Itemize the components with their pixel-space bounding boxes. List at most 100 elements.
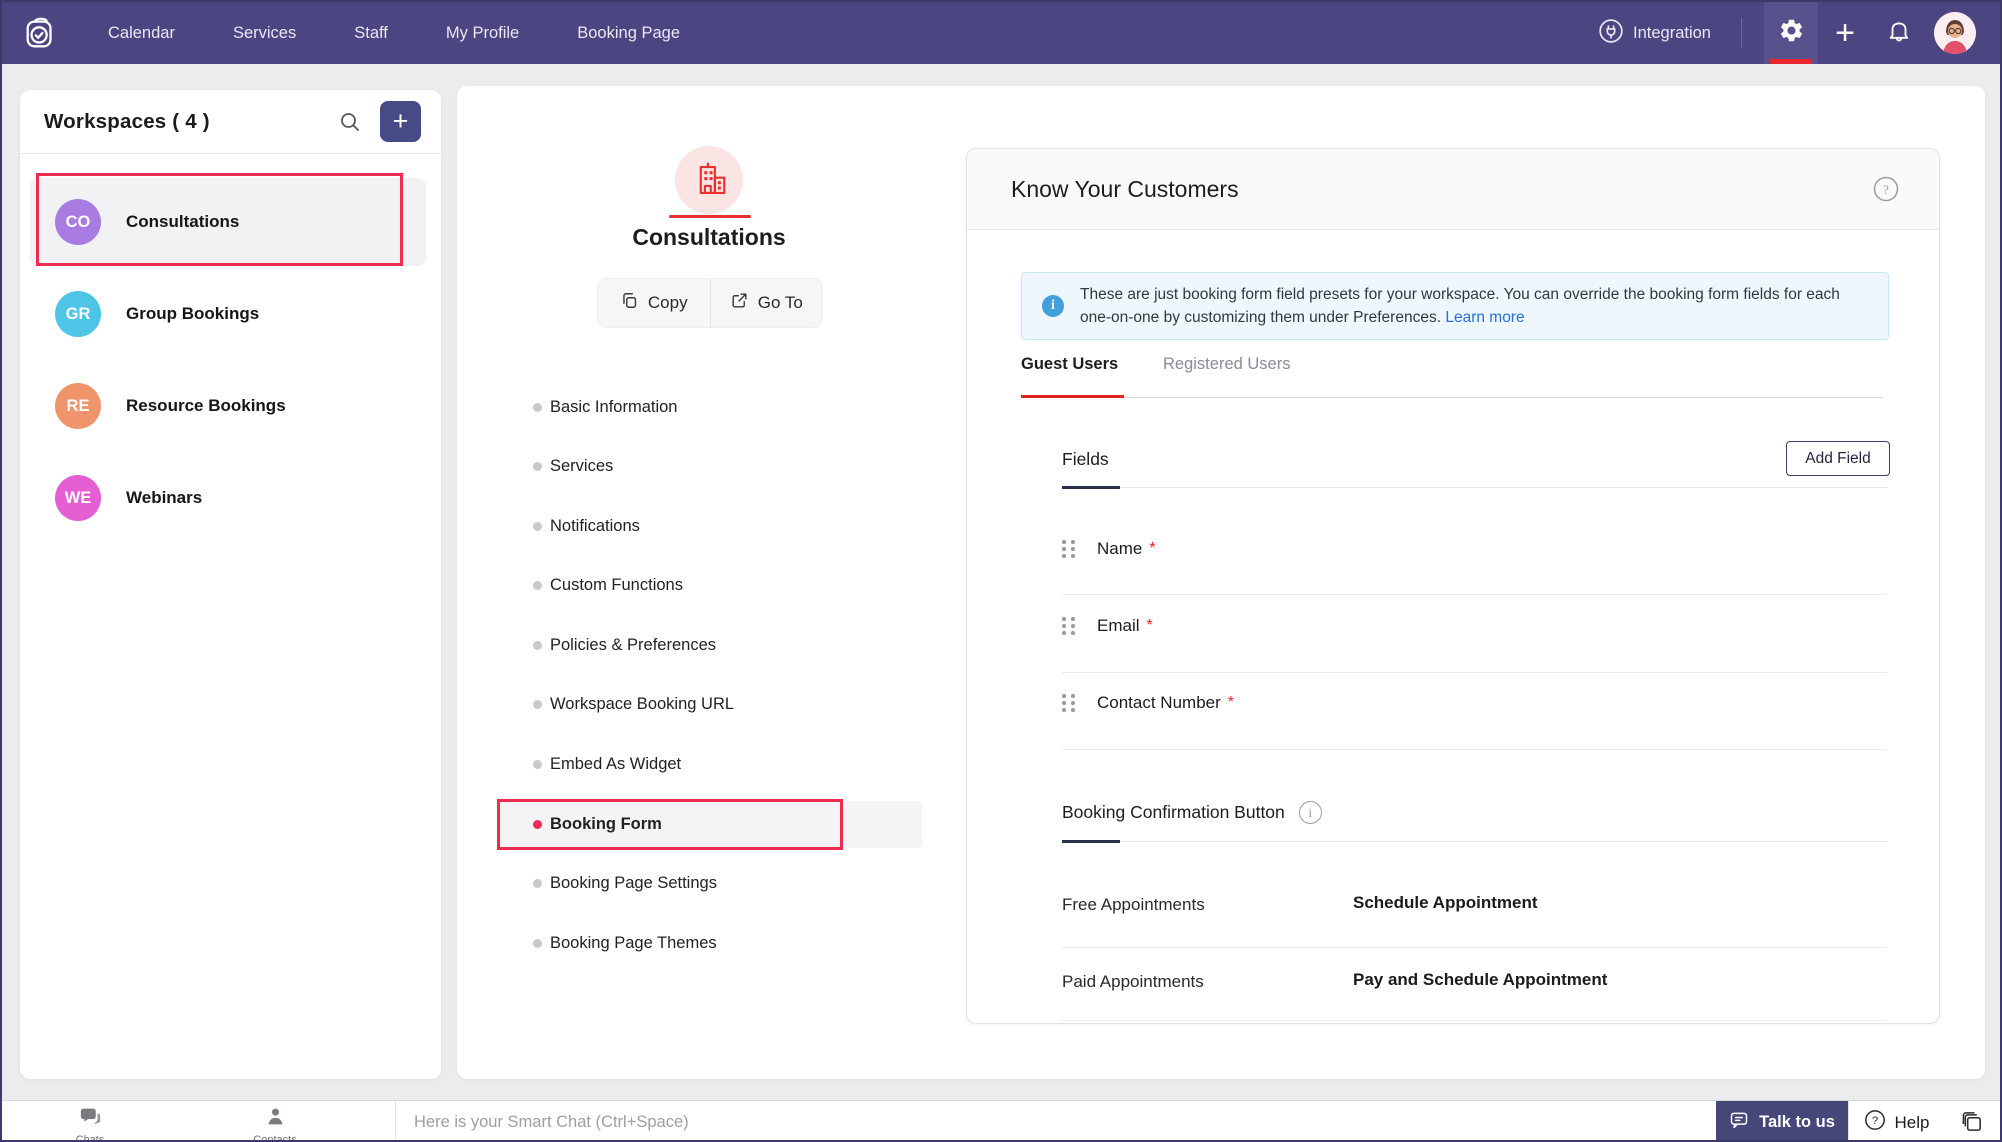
add-button[interactable]: +	[1818, 2, 1872, 64]
bullet-icon	[533, 879, 542, 888]
nav-item-services[interactable]: Services	[233, 24, 296, 43]
navbar-right: Integration +	[1598, 2, 2000, 64]
contacts-button[interactable]: Contacts	[215, 1101, 335, 1142]
paid-appointments-value: Pay and Schedule Appointment	[1353, 970, 1607, 990]
active-tab-underline	[1021, 395, 1124, 398]
help-button[interactable]: ? Help	[1848, 1101, 1944, 1142]
tab-guest-users[interactable]: Guest Users	[1021, 355, 1118, 374]
nav-item-my-profile[interactable]: My Profile	[446, 24, 519, 43]
confirmation-heading-row: Booking Confirmation Button i	[1062, 801, 1322, 824]
info-banner: i These are just booking form field pres…	[1021, 272, 1889, 340]
nav-item-calendar[interactable]: Calendar	[108, 24, 175, 43]
workspace-building-icon	[675, 146, 743, 214]
workspace-item-group-bookings[interactable]: GR Group Bookings	[20, 268, 441, 360]
menu-item-custom-functions[interactable]: Custom Functions	[457, 563, 683, 607]
settings-button[interactable]	[1764, 2, 1818, 64]
stacked-windows-icon[interactable]	[1944, 1101, 2000, 1142]
person-icon	[265, 1106, 286, 1132]
add-workspace-button[interactable]: +	[380, 101, 421, 142]
required-asterisk: *	[1147, 617, 1153, 635]
integration-plug-icon	[1598, 18, 1624, 49]
field-row-contact-number: Contact Number *	[1062, 693, 1234, 713]
workspace-item-resource-bookings[interactable]: RE Resource Bookings	[20, 360, 441, 452]
menu-item-workspace-booking-url[interactable]: Workspace Booking URL	[457, 682, 734, 726]
menu-label: Custom Functions	[550, 576, 683, 595]
copy-label: Copy	[648, 293, 688, 313]
chats-button[interactable]: Chats	[30, 1101, 150, 1142]
talk-to-us-label: Talk to us	[1759, 1113, 1835, 1132]
workspace-actions: Copy Go To	[597, 278, 823, 328]
chat-bubbles-icon	[80, 1106, 101, 1132]
tab-registered-users[interactable]: Registered Users	[1163, 355, 1290, 374]
menu-label: Booking Page Settings	[550, 874, 717, 893]
required-asterisk: *	[1228, 694, 1234, 712]
info-circle-icon[interactable]: i	[1299, 801, 1322, 824]
copy-button[interactable]: Copy	[598, 279, 710, 327]
go-to-button[interactable]: Go To	[710, 279, 823, 327]
menu-label: Basic Information	[550, 398, 677, 417]
user-avatar[interactable]	[1934, 12, 1976, 54]
svg-text:?: ?	[1883, 182, 1889, 197]
workspace-item-consultations[interactable]: CO Consultations	[20, 176, 441, 268]
learn-more-link[interactable]: Learn more	[1445, 309, 1524, 326]
menu-label: Embed As Widget	[550, 755, 681, 774]
workspace-avatar: CO	[55, 199, 101, 245]
menu-label: Notifications	[550, 517, 640, 536]
menu-item-booking-page-themes[interactable]: Booking Page Themes	[457, 921, 717, 965]
drag-handle-icon[interactable]	[1062, 540, 1075, 558]
paid-appointments-label: Paid Appointments	[1062, 972, 1204, 992]
workspace-avatar: RE	[55, 383, 101, 429]
help-circle-icon[interactable]: ?	[1873, 176, 1899, 202]
drag-handle-icon[interactable]	[1062, 617, 1075, 635]
row-divider	[1062, 749, 1887, 750]
menu-item-policies-preferences[interactable]: Policies & Preferences	[457, 623, 716, 667]
gear-icon	[1778, 17, 1805, 49]
menu-item-booking-page-settings[interactable]: Booking Page Settings	[457, 861, 717, 905]
menu-item-booking-form[interactable]: Booking Form	[457, 802, 662, 846]
kyc-header: Know Your Customers ?	[967, 149, 1939, 230]
workspace-label: Webinars	[126, 488, 202, 508]
chats-label: Chats	[76, 1134, 105, 1142]
workspaces-title: Workspaces ( 4 )	[44, 110, 210, 134]
notifications-button[interactable]	[1872, 2, 1926, 64]
navbar-divider	[1741, 18, 1742, 48]
field-row-email: Email *	[1062, 616, 1153, 636]
bullet-icon	[533, 700, 542, 709]
menu-item-basic-information[interactable]: Basic Information	[457, 385, 677, 429]
help-question-icon: ?	[1864, 1109, 1886, 1136]
talk-to-us-button[interactable]: Talk to us	[1716, 1101, 1848, 1142]
workspace-item-webinars[interactable]: WE Webinars	[20, 452, 441, 544]
smart-chat-input[interactable]	[396, 1101, 1716, 1142]
workspace-detail-panel: Consultations Copy Go To	[457, 86, 1985, 1079]
nav-item-booking-page[interactable]: Booking Page	[577, 24, 680, 43]
bullet-icon	[533, 403, 542, 412]
kyc-title: Know Your Customers	[1011, 176, 1239, 203]
workspaces-list: CO Consultations GR Group Bookings RE Re…	[20, 154, 441, 544]
workspace-label: Resource Bookings	[126, 396, 286, 416]
add-field-button[interactable]: Add Field	[1786, 441, 1890, 476]
menu-item-services[interactable]: Services	[457, 444, 613, 488]
drag-handle-icon[interactable]	[1062, 694, 1075, 712]
navbar-menu: Calendar Services Staff My Profile Booki…	[108, 24, 680, 43]
contacts-label: Contacts	[253, 1134, 296, 1142]
bullet-icon	[533, 581, 542, 590]
integration-button[interactable]: Integration	[1598, 18, 1711, 49]
talk-chat-icon	[1729, 1110, 1749, 1135]
fields-heading-underline	[1062, 486, 1120, 489]
confirmation-underline	[1062, 840, 1120, 843]
row-divider	[1062, 594, 1887, 595]
active-bullet-icon	[533, 820, 542, 829]
info-icon: i	[1042, 295, 1064, 317]
free-appointments-value: Schedule Appointment	[1353, 893, 1538, 913]
menu-item-embed-as-widget[interactable]: Embed As Widget	[457, 742, 681, 786]
menu-label: Booking Form	[550, 815, 662, 834]
menu-item-notifications[interactable]: Notifications	[457, 504, 640, 548]
nav-item-staff[interactable]: Staff	[354, 24, 388, 43]
row-divider	[1062, 1020, 1887, 1021]
top-navbar: Calendar Services Staff My Profile Booki…	[2, 2, 2000, 64]
zoho-bookings-logo-icon[interactable]	[22, 14, 60, 52]
menu-label: Booking Page Themes	[550, 934, 717, 953]
integration-label: Integration	[1633, 24, 1711, 43]
bullet-icon	[533, 939, 542, 948]
search-icon[interactable]	[338, 110, 362, 134]
